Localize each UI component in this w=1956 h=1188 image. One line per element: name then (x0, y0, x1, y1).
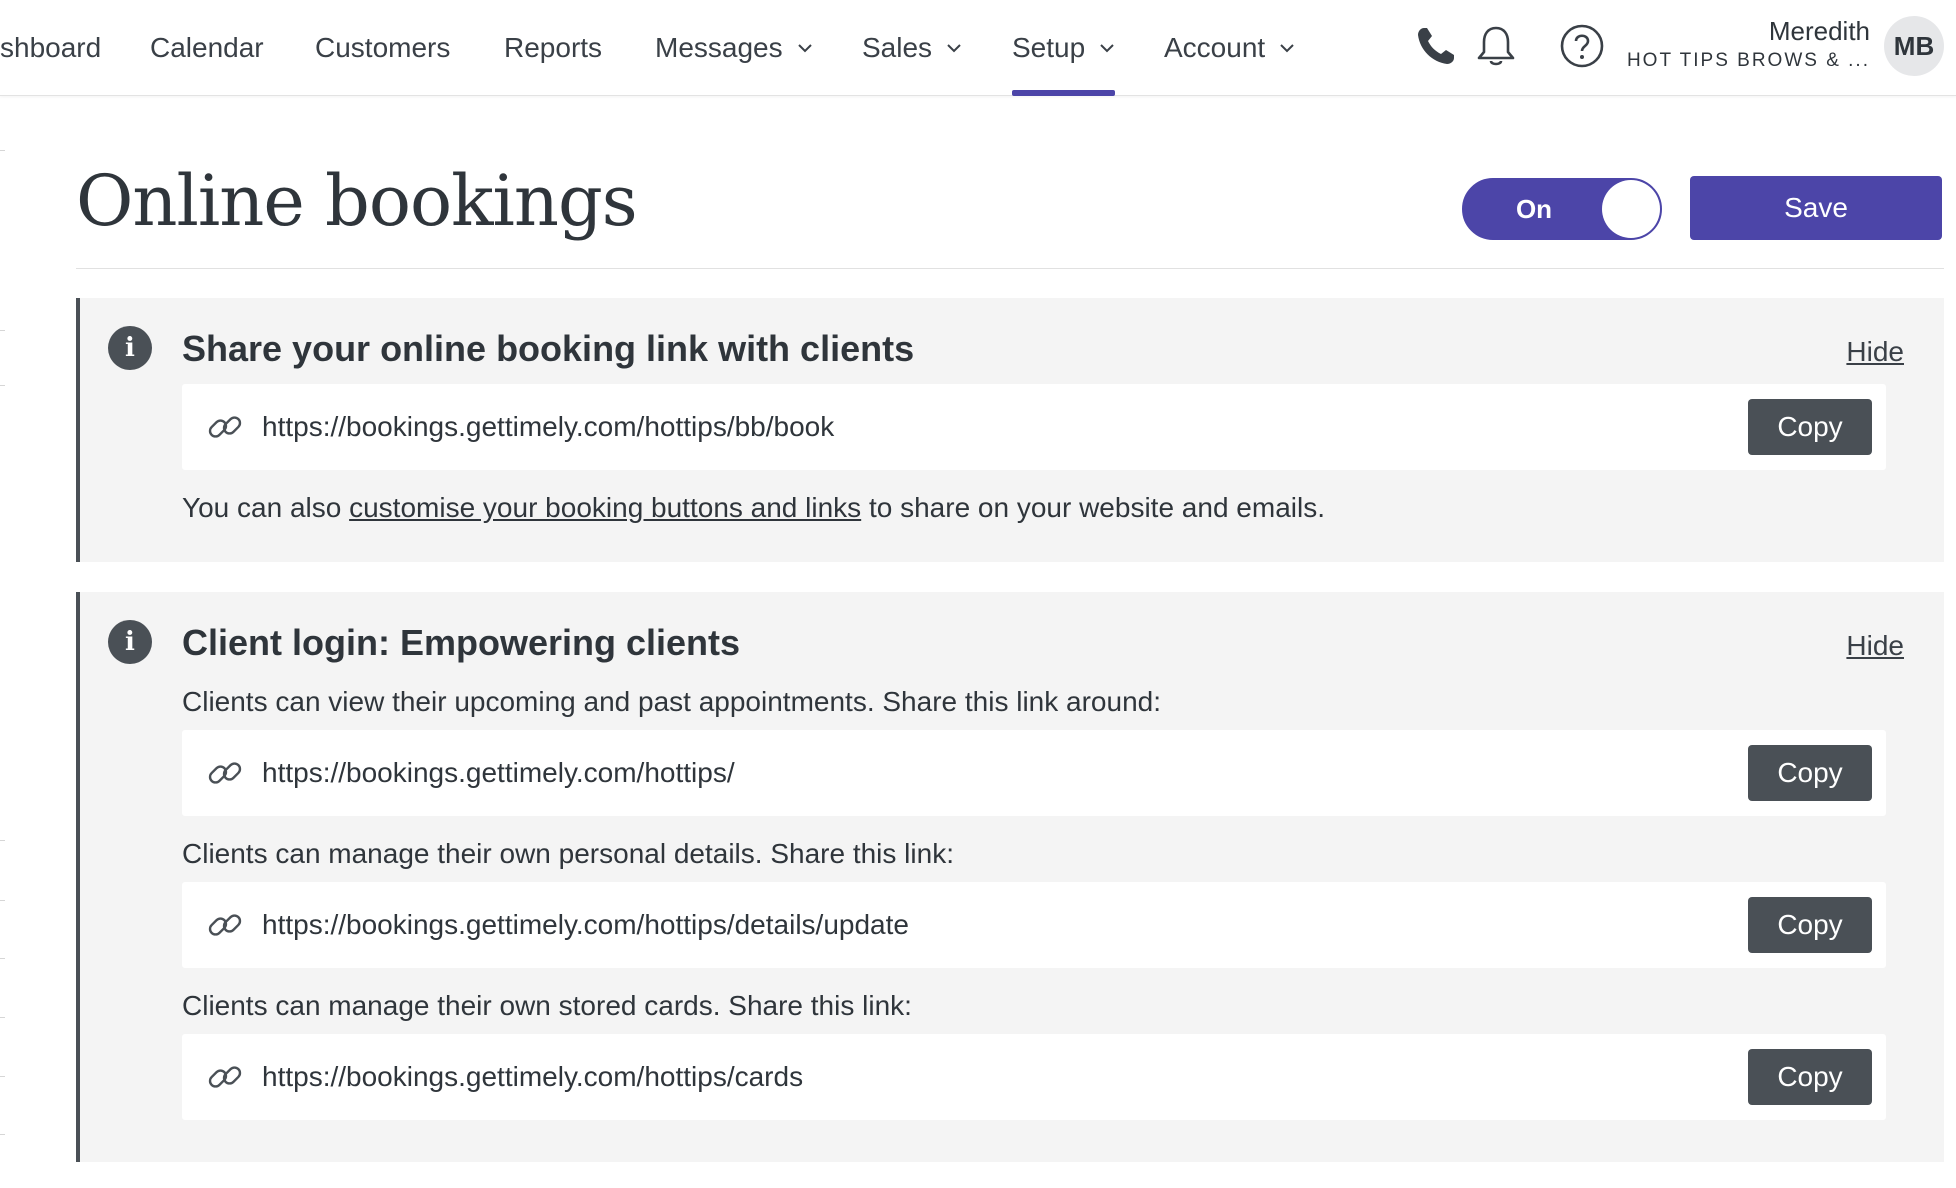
share-link-panel: i Share your online booking link with cl… (76, 298, 1944, 562)
nav-item-calendar[interactable]: Calendar (150, 0, 264, 96)
nav-item-label: Reports (504, 32, 603, 63)
save-button[interactable]: Save (1690, 176, 1942, 240)
page-title: Online bookings (76, 160, 638, 242)
edge-divider (0, 958, 5, 959)
chevron-down-icon (947, 44, 961, 53)
edge-divider (0, 840, 5, 841)
toggle-label: On (1515, 193, 1553, 224)
toggle-knob (1602, 180, 1660, 238)
copy-details-link-button[interactable]: Copy (1748, 897, 1872, 953)
online-bookings-toggle[interactable]: On (1462, 178, 1662, 240)
appointments-link-box: https://bookings.gettimely.com/hottips/ … (182, 730, 1886, 816)
link-description: Clients can view their upcoming and past… (182, 686, 1161, 717)
hide-share-panel-link[interactable]: Hide (1846, 336, 1904, 368)
nav-item-dashboard[interactable]: shboard (0, 0, 101, 96)
nav-item-label: shboard (0, 32, 102, 63)
phone-icon[interactable] (1412, 22, 1460, 70)
nav-item-label: Messages (655, 32, 783, 63)
chevron-down-icon (797, 44, 812, 53)
nav-item-label: Setup (1012, 32, 1086, 63)
note-prefix: You can also (182, 492, 350, 523)
edge-divider (0, 900, 5, 901)
customise-buttons-link[interactable]: customise your booking buttons and links (349, 492, 861, 523)
link-description: Clients can manage their own stored card… (182, 990, 912, 1021)
nav-item-sales[interactable]: Sales (862, 0, 962, 96)
avatar[interactable]: MB (1884, 16, 1944, 76)
edge-divider (0, 1017, 5, 1018)
nav-item-label: Sales (862, 32, 933, 63)
user-organization: HOT TIPS BROWS & ... (1626, 50, 1870, 71)
link-icon (208, 1066, 242, 1088)
copy-booking-link-button[interactable]: Copy (1748, 399, 1872, 455)
edge-divider (0, 1134, 5, 1135)
link-icon (208, 762, 242, 784)
copy-cards-link-button[interactable]: Copy (1748, 1049, 1872, 1105)
bell-icon[interactable] (1472, 22, 1520, 70)
user-name: Meredith (1768, 16, 1870, 46)
avatar-initials: MB (1893, 30, 1935, 61)
nav-item-setup[interactable]: Setup (1012, 0, 1116, 96)
nav-item-label: Customers (315, 32, 451, 63)
panel-title: Share your online booking link with clie… (182, 328, 915, 369)
help-icon[interactable] (1558, 22, 1606, 70)
chevron-down-icon (1280, 44, 1294, 53)
nav-item-messages[interactable]: Messages (655, 0, 813, 96)
details-link-url[interactable]: https://bookings.gettimely.com/hottips/d… (262, 882, 909, 968)
top-navigation: shboard Calendar Customers Reports Messa… (0, 0, 1956, 96)
nav-item-label: Account (1164, 32, 1266, 63)
nav-item-account[interactable]: Account (1164, 0, 1295, 96)
nav-item-reports[interactable]: Reports (504, 0, 602, 96)
customise-note: You can also customise your booking butt… (182, 492, 1325, 524)
copy-appointments-link-button[interactable]: Copy (1748, 745, 1872, 801)
client-login-panel: i Client login: Empowering clients Hide … (76, 592, 1944, 1162)
nav-item-customers[interactable]: Customers (315, 0, 450, 96)
link-icon (208, 914, 242, 936)
info-icon: i (108, 620, 152, 664)
link-description: Clients can manage their own personal de… (182, 838, 954, 869)
edge-divider (0, 1076, 5, 1077)
appointments-link-url[interactable]: https://bookings.gettimely.com/hottips/ (262, 730, 735, 816)
header-divider (76, 268, 1944, 269)
link-icon (208, 416, 242, 438)
booking-link-box: https://bookings.gettimely.com/hottips/b… (182, 384, 1886, 470)
edge-divider (0, 385, 5, 386)
panel-title: Client login: Empowering clients (182, 622, 741, 663)
note-suffix: to share on your website and emails. (861, 492, 1325, 523)
edge-divider (0, 150, 5, 151)
cards-link-url[interactable]: https://bookings.gettimely.com/hottips/c… (262, 1034, 803, 1120)
info-icon: i (108, 326, 152, 370)
details-link-box: https://bookings.gettimely.com/hottips/d… (182, 882, 1886, 968)
cards-link-box: https://bookings.gettimely.com/hottips/c… (182, 1034, 1886, 1120)
edge-divider (0, 330, 5, 331)
booking-link-url[interactable]: https://bookings.gettimely.com/hottips/b… (262, 384, 834, 470)
nav-item-label: Calendar (150, 32, 264, 63)
chevron-down-icon (1100, 44, 1114, 53)
hide-client-panel-link[interactable]: Hide (1846, 630, 1904, 662)
